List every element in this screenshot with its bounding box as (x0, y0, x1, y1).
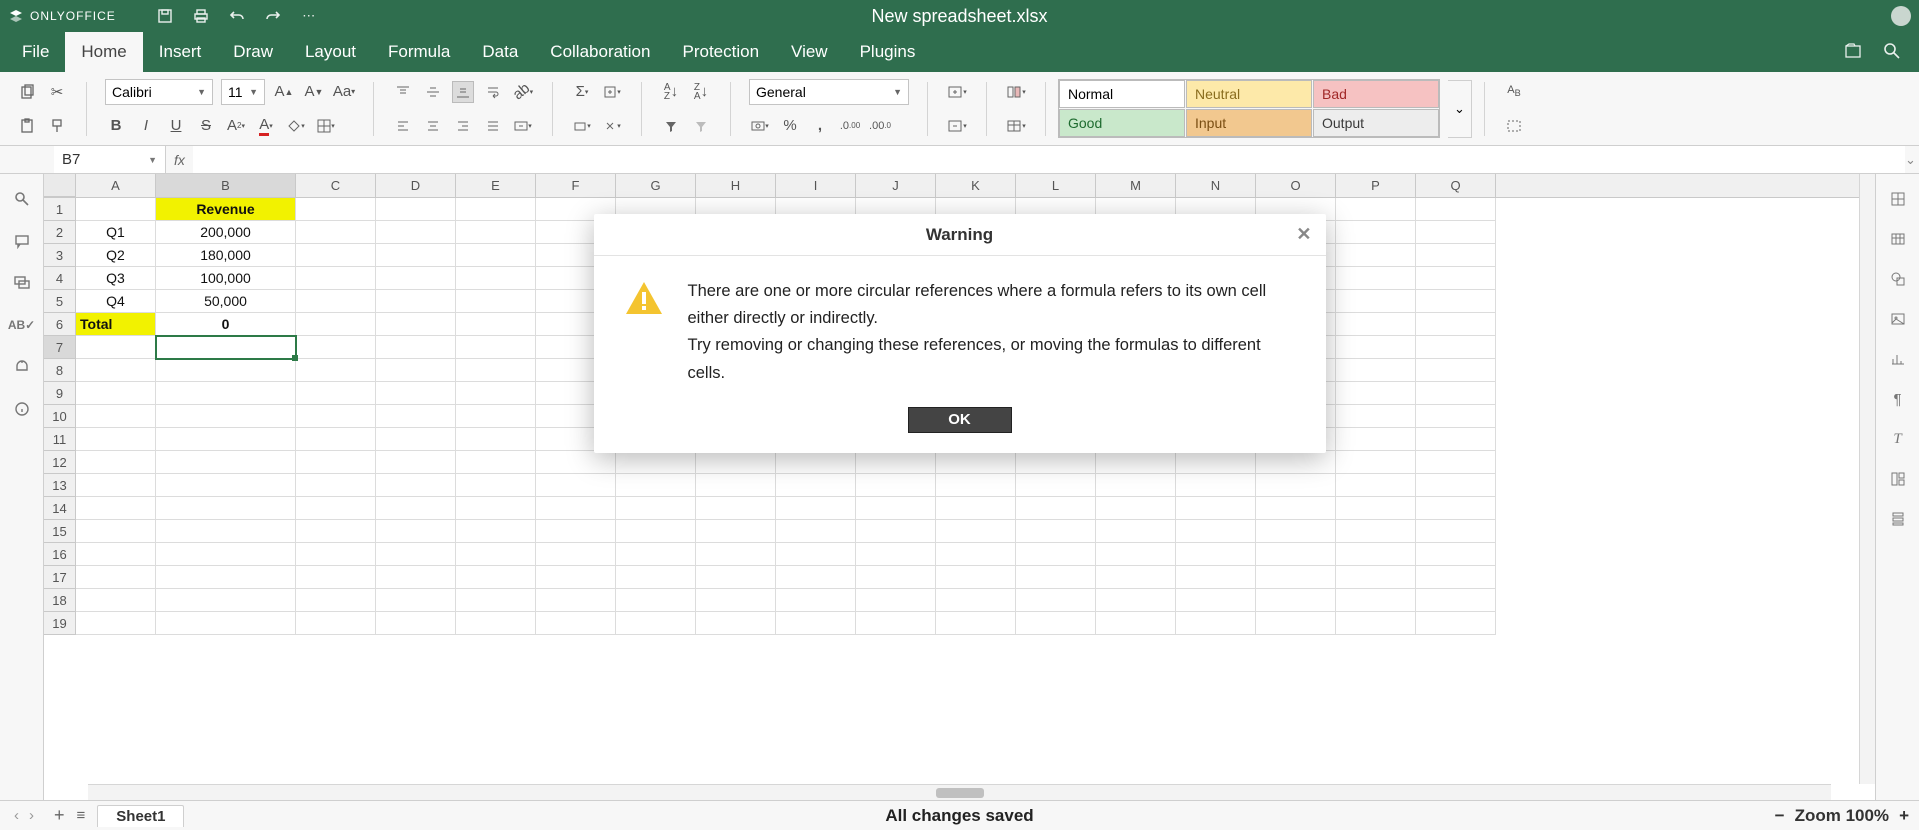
dialog-title: Warning (926, 225, 993, 245)
dialog-message: There are one or more circular reference… (688, 278, 1296, 387)
warning-icon (624, 278, 664, 318)
close-icon[interactable]: ✕ (1296, 224, 1311, 245)
ok-button[interactable]: OK (908, 407, 1012, 433)
warning-dialog: Warning ✕ There are one or more circular… (594, 214, 1326, 453)
modal-overlay: Warning ✕ There are one or more circular… (0, 0, 1919, 830)
